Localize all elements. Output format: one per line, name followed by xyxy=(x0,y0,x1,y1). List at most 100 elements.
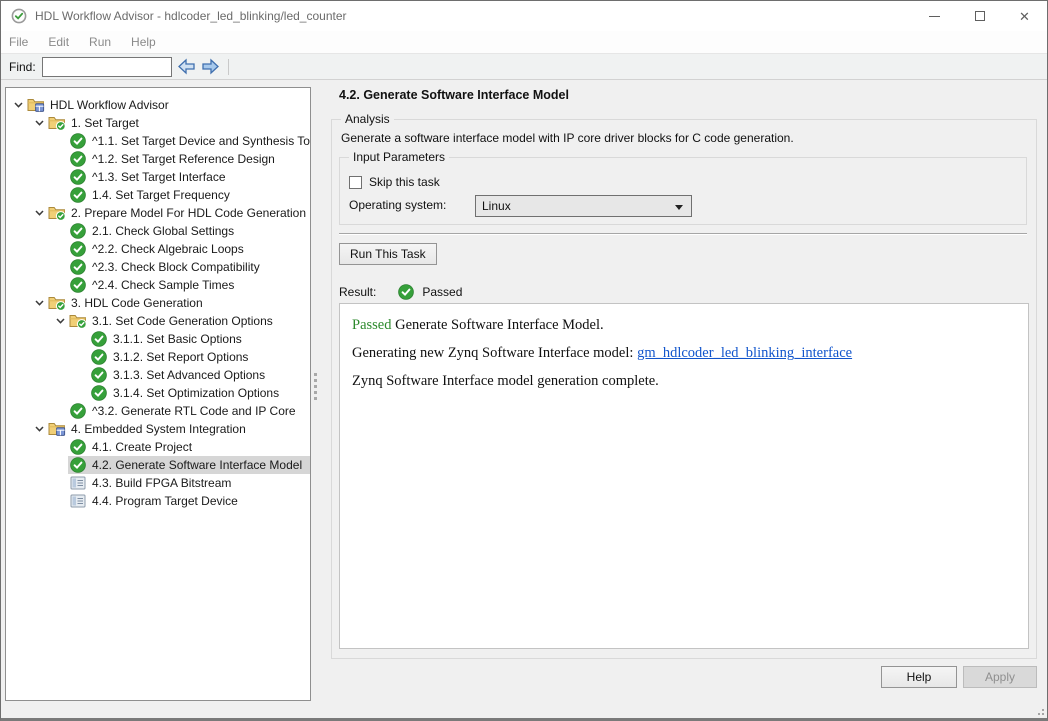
tree-item-label: 1. Set Target xyxy=(66,116,139,130)
passed-icon xyxy=(68,457,87,473)
tree-item[interactable]: 3.1.4. Set Optimization Options xyxy=(6,384,310,402)
minimize-button[interactable] xyxy=(912,1,957,31)
maximize-button[interactable] xyxy=(957,1,1002,31)
passed-icon xyxy=(89,367,108,383)
close-icon: ✕ xyxy=(1019,10,1030,23)
tree-item-label: ^1.1. Set Target Device and Synthesis To… xyxy=(87,134,311,148)
apply-button[interactable]: Apply xyxy=(963,666,1037,688)
task-title: 4.2. Generate Software Interface Model xyxy=(339,88,569,102)
report-passed-text: Passed xyxy=(352,317,391,333)
passed-icon xyxy=(68,169,87,185)
tree-item-label: 4.3. Build FPGA Bitstream xyxy=(87,476,231,490)
tree-item-content: 1. Set Target xyxy=(47,114,310,132)
tree-item-label: 3.1.1. Set Basic Options xyxy=(108,332,242,346)
run-this-task-button[interactable]: Run This Task xyxy=(339,243,437,265)
find-combobox[interactable] xyxy=(42,57,172,77)
main-area: HDL Workflow Advisor 1. Set Target ^1.1. S… xyxy=(1,81,1047,718)
passed-icon xyxy=(68,151,87,167)
tree-item-content: 3.1. Set Code Generation Options xyxy=(68,312,310,330)
chevron-down-icon[interactable] xyxy=(31,426,47,432)
tree-item-content: 4. Embedded System Integration xyxy=(47,420,310,438)
interface-model-link[interactable]: gm_hdlcoder_led_blinking_interface xyxy=(637,345,852,361)
chevron-down-icon[interactable] xyxy=(31,120,47,126)
minimize-icon xyxy=(929,16,940,17)
menu-bar: File Edit Run Help xyxy=(1,31,1047,54)
tree-item-label: 2.1. Check Global Settings xyxy=(87,224,234,238)
tree-item[interactable]: 2.1. Check Global Settings xyxy=(6,222,310,240)
find-label: Find: xyxy=(9,60,36,74)
tree-item-label: 3.1.3. Set Advanced Options xyxy=(108,368,265,382)
tree-item-label: 3.1. Set Code Generation Options xyxy=(87,314,273,328)
tree-item-content: 4.1. Create Project xyxy=(68,438,310,456)
tree-item[interactable]: 4.2. Generate Software Interface Model xyxy=(6,456,310,474)
skip-task-row: Skip this task xyxy=(349,175,440,189)
hdl-workflow-advisor-window: HDL Workflow Advisor - hdlcoder_led_blin… xyxy=(0,0,1048,721)
tree-item[interactable]: 4.1. Create Project xyxy=(6,438,310,456)
tree-item-content: ^1.1. Set Target Device and Synthesis To… xyxy=(68,132,311,150)
tree-item[interactable]: 3.1. Set Code Generation Options xyxy=(6,312,310,330)
tree-item[interactable]: 4. Embedded System Integration xyxy=(6,420,310,438)
chevron-down-icon[interactable] xyxy=(31,210,47,216)
window-resize-grip[interactable] xyxy=(1034,705,1044,715)
tree-item-label: 4.1. Create Project xyxy=(87,440,192,454)
report-line: Zynq Software Interface model generation… xyxy=(352,373,1016,390)
passed-icon xyxy=(89,331,108,347)
operating-system-select[interactable]: Linux xyxy=(475,195,692,217)
tree-item-label: 1.4. Set Target Frequency xyxy=(87,188,230,202)
input-parameters-legend: Input Parameters xyxy=(349,150,449,164)
result-row: Result: Passed xyxy=(339,284,462,300)
tree-item-content: 3.1.4. Set Optimization Options xyxy=(89,384,310,402)
tree-item[interactable]: 1.4. Set Target Frequency xyxy=(6,186,310,204)
find-previous-button[interactable] xyxy=(177,58,196,75)
result-status: Passed xyxy=(422,285,462,299)
tree-item-label: ^2.3. Check Block Compatibility xyxy=(87,260,260,274)
tree-item[interactable]: ^2.4. Check Sample Times xyxy=(6,276,310,294)
menu-file[interactable]: File xyxy=(9,35,40,49)
tree-item-content: ^3.2. Generate RTL Code and IP Core xyxy=(68,402,310,420)
tree-item[interactable]: ^3.2. Generate RTL Code and IP Core xyxy=(6,402,310,420)
tree-item-content: 2.1. Check Global Settings xyxy=(68,222,310,240)
skip-this-task-checkbox[interactable] xyxy=(349,176,362,189)
find-next-button[interactable] xyxy=(201,58,220,75)
tree-item[interactable]: 3. HDL Code Generation xyxy=(6,294,310,312)
chevron-down-icon[interactable] xyxy=(31,300,47,306)
panel-splitter[interactable] xyxy=(314,373,317,400)
tree-item[interactable]: ^2.3. Check Block Compatibility xyxy=(6,258,310,276)
tree-item[interactable]: ^1.3. Set Target Interface xyxy=(6,168,310,186)
tree-item[interactable]: 4.4. Program Target Device xyxy=(6,492,310,510)
dropdown-caret-icon xyxy=(675,205,683,210)
help-button[interactable]: Help xyxy=(881,666,957,688)
tree-item-label: 2. Prepare Model For HDL Code Generation xyxy=(66,206,306,220)
passed-icon xyxy=(89,349,108,365)
tree-item[interactable]: 4.3. Build FPGA Bitstream xyxy=(6,474,310,492)
tree-item-label: 3.1.4. Set Optimization Options xyxy=(108,386,279,400)
menu-run[interactable]: Run xyxy=(89,35,123,49)
tree-item[interactable]: ^1.2. Set Target Reference Design xyxy=(6,150,310,168)
tree-item-content: 2. Prepare Model For HDL Code Generation xyxy=(47,204,310,222)
tree-item-content: 4.4. Program Target Device xyxy=(68,492,310,510)
chevron-down-icon[interactable] xyxy=(10,102,26,108)
passed-icon xyxy=(68,223,87,239)
report-line1-rest: Generate Software Interface Model. xyxy=(391,317,603,333)
tree-item[interactable]: ^2.2. Check Algebraic Loops xyxy=(6,240,310,258)
operating-system-row: Operating system: Linux xyxy=(349,198,446,212)
tree-item[interactable]: 3.1.2. Set Report Options xyxy=(6,348,310,366)
tree-item-content: ^2.4. Check Sample Times xyxy=(68,276,310,294)
tree-item[interactable]: 3.1.1. Set Basic Options xyxy=(6,330,310,348)
menu-edit[interactable]: Edit xyxy=(48,35,81,49)
tree-item[interactable]: 3.1.3. Set Advanced Options xyxy=(6,366,310,384)
menu-help[interactable]: Help xyxy=(131,35,168,49)
close-button[interactable]: ✕ xyxy=(1002,1,1047,31)
chevron-down-icon[interactable] xyxy=(52,318,68,324)
tree-item[interactable]: 1. Set Target xyxy=(6,114,310,132)
tree-item[interactable]: HDL Workflow Advisor xyxy=(6,96,310,114)
task-detail-panel: 4.2. Generate Software Interface Model A… xyxy=(323,81,1047,718)
tree-item[interactable]: ^1.1. Set Target Device and Synthesis To… xyxy=(6,132,310,150)
tree-item-content: 3.1.1. Set Basic Options xyxy=(89,330,310,348)
find-toolbar: Find: xyxy=(1,54,1047,80)
tree-item-label: ^2.2. Check Algebraic Loops xyxy=(87,242,244,256)
report-line2-prefix: Generating new Zynq Software Interface m… xyxy=(352,345,637,361)
tree-item[interactable]: 2. Prepare Model For HDL Code Generation xyxy=(6,204,310,222)
passed-icon xyxy=(68,439,87,455)
passed-icon xyxy=(68,403,87,419)
